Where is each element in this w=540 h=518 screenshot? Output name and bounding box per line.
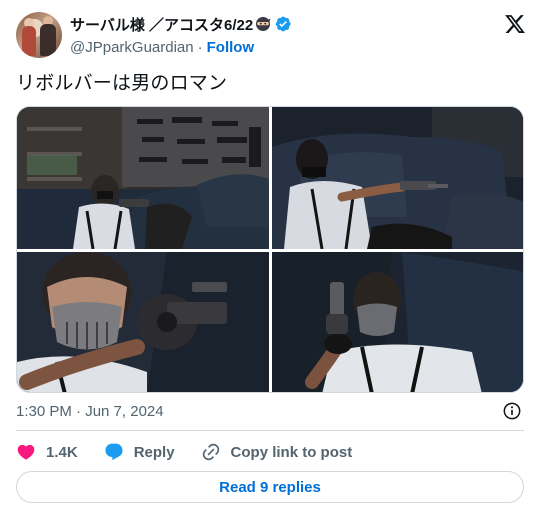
copy-link-button[interactable]: Copy link to post: [201, 442, 353, 462]
ninja-icon: [256, 17, 271, 31]
follow-button[interactable]: Follow: [207, 39, 255, 56]
reply-bubble-icon: [105, 443, 123, 461]
reply-label: Reply: [133, 443, 175, 461]
media-image-1[interactable]: [17, 107, 269, 249]
action-bar: 1.4K Reply Copy link to post: [16, 441, 378, 463]
tweet-card: サーバル様 ／アコスタ6/22 @JPparkGuardian · Follow…: [0, 0, 540, 518]
like-count: 1.4K: [46, 443, 78, 461]
tweet-timestamp[interactable]: 1:30 PM · Jun 7, 2024: [16, 403, 164, 420]
photo-reclining-aim-scene: [272, 107, 523, 249]
link-icon: [202, 443, 219, 461]
photo-revolver-upright-scene: [272, 252, 523, 392]
author-handle-row: @JPparkGuardian · Follow: [70, 37, 254, 57]
media-image-4[interactable]: [272, 252, 523, 392]
tweet-text: リボルバーは男のロマン: [16, 73, 228, 94]
copy-link-label: Copy link to post: [230, 443, 353, 461]
like-button[interactable]: 1.4K: [16, 442, 78, 462]
x-logo-icon[interactable]: [504, 13, 526, 35]
media-image-3[interactable]: [17, 252, 269, 392]
author-name-row: サーバル様 ／アコスタ6/22: [70, 14, 292, 34]
read-replies-button[interactable]: Read 9 replies: [16, 471, 524, 503]
divider: [16, 430, 524, 431]
author-display-name[interactable]: サーバル様 ／アコスタ6/22: [70, 14, 253, 35]
reply-button[interactable]: Reply: [104, 442, 175, 462]
timestamp-row: 1:30 PM · Jun 7, 2024: [16, 401, 524, 421]
verified-badge-icon: [276, 16, 291, 32]
tweet-header: サーバル様 ／アコスタ6/22 @JPparkGuardian · Follow: [16, 12, 526, 60]
author-handle[interactable]: @JPparkGuardian: [70, 39, 194, 56]
media-image-2[interactable]: [272, 107, 523, 249]
info-icon[interactable]: [502, 401, 522, 421]
photo-gun-wall-scene: [17, 107, 269, 249]
author-avatar[interactable]: [16, 12, 62, 58]
media-grid: [16, 106, 524, 393]
separator-dot: ·: [197, 38, 203, 56]
photo-skull-mask-scene: [17, 252, 269, 392]
heart-icon: [17, 444, 35, 460]
